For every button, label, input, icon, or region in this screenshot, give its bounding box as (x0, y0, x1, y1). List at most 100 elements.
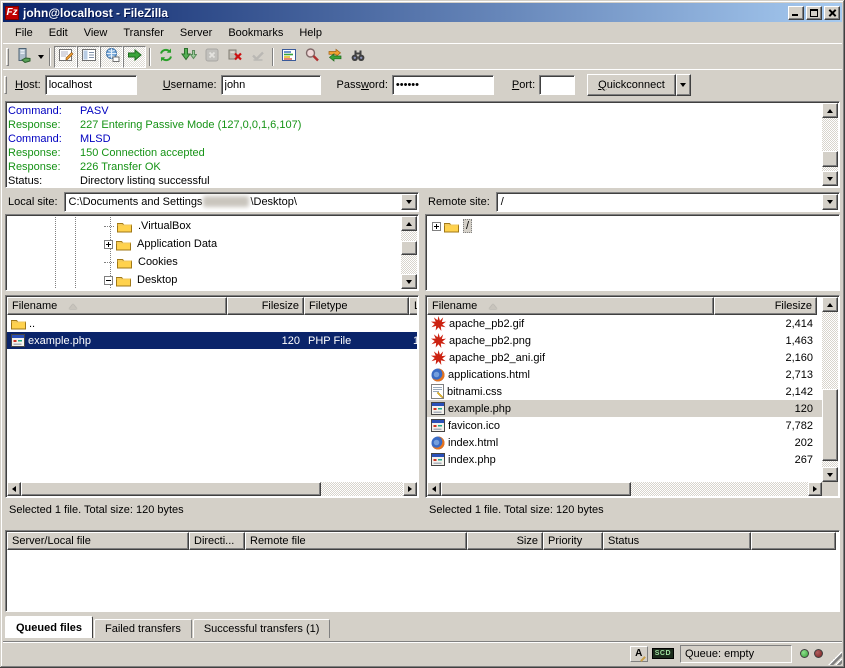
tree-item[interactable]: Cookies (8, 253, 416, 271)
file-row[interactable]: apache_pb2_ani.gif2,160 (427, 349, 822, 366)
expand-icon[interactable] (104, 240, 113, 249)
quickconnect-button[interactable]: Quickconnect (587, 74, 676, 96)
quickconnect-dropdown-button[interactable] (676, 74, 691, 96)
column-header-blank[interactable] (751, 532, 836, 550)
tree-item[interactable]: / (428, 217, 837, 235)
synchronized-browsing-button[interactable] (323, 46, 346, 68)
file-row[interactable]: apache_pb2.gif2,414 (427, 315, 822, 332)
file-row[interactable]: index.php267 (427, 451, 822, 468)
tab-queued-files[interactable]: Queued files (5, 616, 93, 638)
scroll-thumb[interactable] (441, 482, 631, 496)
local-site-combo[interactable]: C:\Documents and Settings\Desktop\ (64, 192, 419, 212)
menu-item-edit[interactable]: Edit (41, 25, 76, 41)
close-button[interactable] (824, 6, 840, 20)
site-manager-dropdown-button[interactable] (35, 46, 46, 68)
disconnect-button[interactable] (223, 46, 246, 68)
file-row[interactable]: applications.html2,713 (427, 366, 822, 383)
site-manager-button[interactable] (12, 46, 35, 68)
scroll-right-button[interactable] (808, 482, 822, 496)
column-header-filetype[interactable]: Filetype (304, 297, 409, 315)
remote-vscrollbar[interactable] (822, 297, 838, 482)
menu-item-server[interactable]: Server (172, 25, 220, 41)
scroll-thumb[interactable] (401, 241, 417, 255)
quickconnect-grip[interactable] (4, 76, 7, 94)
file-row[interactable]: index.html202 (427, 434, 822, 451)
column-header-server-local-file[interactable]: Server/Local file (7, 532, 189, 550)
file-row[interactable]: example.php120 (427, 400, 822, 417)
column-header-filesize[interactable]: Filesize (227, 297, 304, 315)
column-header-filesize[interactable]: Filesize (714, 297, 817, 315)
local-site-dropdown-button[interactable] (401, 194, 417, 210)
folder-icon (117, 256, 132, 269)
menu-item-view[interactable]: View (76, 25, 116, 41)
process-queue-button[interactable] (177, 46, 200, 68)
scroll-down-button[interactable] (401, 274, 417, 289)
file-row[interactable]: bitnami.css2,142 (427, 383, 822, 400)
speed-limit-icon[interactable]: SCD (652, 648, 674, 659)
expand-icon[interactable] (432, 222, 441, 231)
toggle-queue-button[interactable] (123, 46, 146, 68)
scroll-up-button[interactable] (822, 297, 838, 312)
remote-site-combo[interactable]: / (496, 192, 840, 212)
file-row[interactable]: .. (7, 315, 417, 332)
local-hscrollbar[interactable] (7, 482, 417, 496)
scroll-thumb[interactable] (822, 151, 838, 167)
refresh-button[interactable] (154, 46, 177, 68)
local-tree-scrollbar[interactable] (401, 216, 417, 289)
username-field[interactable] (221, 75, 321, 95)
collapse-icon[interactable] (104, 276, 113, 285)
scroll-right-button[interactable] (403, 482, 417, 496)
data-type-icon[interactable]: A (630, 646, 648, 662)
column-header-remote-file[interactable]: Remote file (245, 532, 467, 550)
column-header-filename[interactable]: Filename (7, 297, 227, 315)
tab-successful-transfers-1-[interactable]: Successful transfers (1) (193, 619, 331, 638)
titlebar[interactable]: Fz john@localhost - FileZilla (3, 3, 842, 22)
filter-button[interactable] (300, 46, 323, 68)
remote-site-dropdown-button[interactable] (822, 194, 838, 210)
maximize-button[interactable] (806, 6, 822, 20)
menu-item-bookmarks[interactable]: Bookmarks (220, 25, 291, 41)
toggle-local-tree-button[interactable] (77, 46, 100, 68)
password-field[interactable] (392, 75, 494, 95)
column-header-l[interactable]: L (409, 297, 417, 315)
scroll-thumb[interactable] (21, 482, 321, 496)
tab-failed-transfers[interactable]: Failed transfers (94, 619, 192, 638)
message-log-scrollbar[interactable] (822, 103, 838, 186)
window-icon (431, 453, 445, 466)
scroll-up-button[interactable] (401, 216, 417, 231)
column-header-directi-[interactable]: Directi... (189, 532, 245, 550)
menu-item-help[interactable]: Help (291, 25, 330, 41)
scroll-thumb[interactable] (822, 389, 838, 461)
scroll-down-button[interactable] (822, 171, 838, 186)
tree-item[interactable]: Desktop (8, 271, 416, 288)
host-field[interactable] (45, 75, 137, 95)
remote-hscrollbar[interactable] (427, 482, 822, 496)
column-header-priority[interactable]: Priority (543, 532, 603, 550)
file-row[interactable]: example.php120PHP File1 (7, 332, 417, 349)
scroll-down-button[interactable] (822, 467, 838, 482)
file-row[interactable]: apache_pb2.png1,463 (427, 332, 822, 349)
tree-item[interactable]: .VirtualBox (8, 217, 416, 235)
directory-comparison-button[interactable] (277, 46, 300, 68)
file-row[interactable]: favicon.ico7,782 (427, 417, 822, 434)
scroll-up-button[interactable] (822, 103, 838, 118)
tree-item[interactable]: Application Data (8, 235, 416, 253)
file-cell: apache_pb2_ani.gif (427, 349, 714, 366)
minimize-button[interactable] (788, 6, 804, 20)
toolbar-grip[interactable] (6, 48, 9, 66)
column-header-filename[interactable]: Filename (427, 297, 714, 315)
port-field[interactable] (539, 75, 575, 95)
scroll-left-button[interactable] (427, 482, 441, 496)
scroll-left-button[interactable] (7, 482, 21, 496)
menu-item-file[interactable]: File (7, 25, 41, 41)
menu-item-transfer[interactable]: Transfer (115, 25, 172, 41)
resize-grip[interactable] (828, 651, 842, 665)
folder-icon (116, 238, 131, 251)
column-header-status[interactable]: Status (603, 532, 751, 550)
column-header-size[interactable]: Size (467, 532, 543, 550)
toggle-remote-tree-button[interactable] (100, 46, 123, 68)
find-button[interactable] (346, 46, 369, 68)
file-name: applications.html (448, 369, 530, 381)
toggle-message-log-button[interactable] (54, 46, 77, 68)
tree-guide (104, 226, 114, 227)
